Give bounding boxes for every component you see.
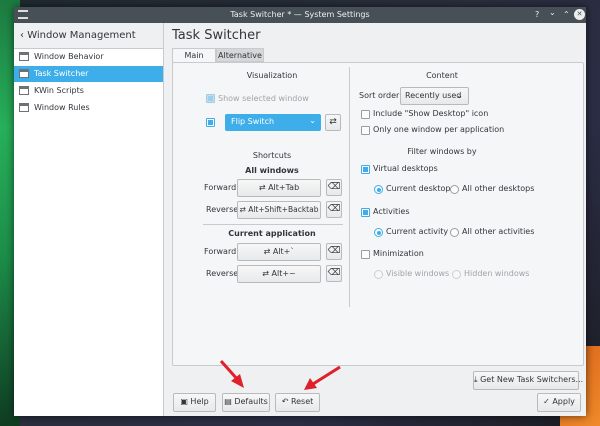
annotation-arrows: [219, 359, 341, 390]
annotation-arrow-defaults: [219, 359, 244, 388]
annotation-arrow-reset: [304, 365, 341, 390]
